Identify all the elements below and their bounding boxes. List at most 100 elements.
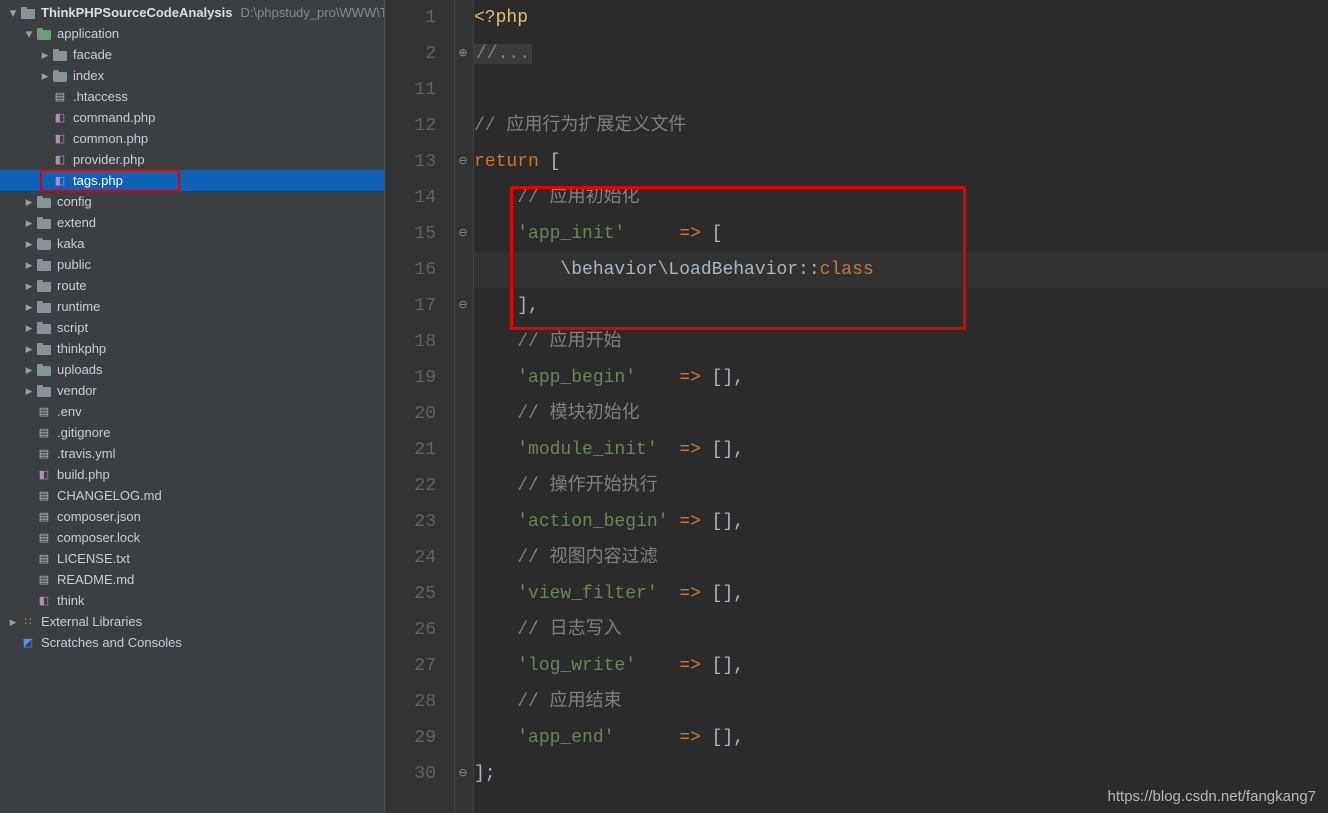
tree-item[interactable]: public (0, 254, 384, 275)
expand-chevron-icon (38, 89, 52, 104)
expand-chevron-icon[interactable] (22, 383, 36, 399)
code-line[interactable]: ], (474, 288, 1328, 324)
tree-item[interactable]: ThinkPHPSourceCodeAnalysisD:\phpstudy_pr… (0, 2, 384, 23)
tree-item[interactable]: vendor (0, 380, 384, 401)
tree-item[interactable]: ▤.htaccess (0, 86, 384, 107)
ide-window: ThinkPHPSourceCodeAnalysisD:\phpstudy_pr… (0, 0, 1328, 813)
expand-chevron-icon[interactable] (38, 47, 52, 63)
code-line[interactable]: return [ (474, 144, 1328, 180)
code-line[interactable]: 'app_end' => [], (474, 720, 1328, 756)
line-number: 2 (385, 36, 436, 72)
fold-toggle-icon[interactable]: ⊖ (457, 300, 469, 312)
fold-toggle-icon[interactable]: ⊖ (457, 768, 469, 780)
expand-chevron-icon[interactable] (22, 320, 36, 336)
tree-item[interactable]: uploads (0, 359, 384, 380)
expand-chevron-icon[interactable] (6, 5, 20, 21)
tree-item[interactable]: runtime (0, 296, 384, 317)
expand-chevron-icon[interactable] (38, 68, 52, 84)
code-line[interactable]: 'log_write' => [], (474, 648, 1328, 684)
code-line[interactable]: // 应用行为扩展定义文件 (474, 108, 1328, 144)
code-line[interactable]: <?php (474, 0, 1328, 36)
folded-region[interactable]: //... (474, 44, 532, 64)
code-line[interactable]: // 视图内容过滤 (474, 540, 1328, 576)
tree-item[interactable]: ▤README.md (0, 569, 384, 590)
expand-chevron-icon[interactable] (22, 341, 36, 357)
code-line[interactable]: // 模块初始化 (474, 396, 1328, 432)
php-file-icon: ◧ (52, 110, 68, 126)
expand-chevron-icon[interactable] (22, 299, 36, 315)
tree-item[interactable]: ◧build.php (0, 464, 384, 485)
project-tree-panel[interactable]: ThinkPHPSourceCodeAnalysisD:\phpstudy_pr… (0, 0, 385, 813)
tree-item[interactable]: ◧common.php (0, 128, 384, 149)
comment: // 应用行为扩展定义文件 (474, 116, 686, 136)
fold-toggle-icon[interactable]: ⊖ (457, 156, 469, 168)
file-icon: ▤ (36, 425, 52, 441)
tree-item[interactable]: ◧tags.php (0, 170, 384, 191)
code-line[interactable]: // 应用初始化 (474, 180, 1328, 216)
code-line[interactable]: // 应用结束 (474, 684, 1328, 720)
expand-chevron-icon (22, 488, 36, 503)
tree-item[interactable]: application (0, 23, 384, 44)
fold-toggle-icon[interactable]: ⊕ (457, 48, 469, 60)
code-line[interactable]: // 日志写入 (474, 612, 1328, 648)
tree-item[interactable]: config (0, 191, 384, 212)
folder-icon (20, 5, 36, 21)
tree-item[interactable]: extend (0, 212, 384, 233)
tree-item[interactable]: index (0, 65, 384, 86)
code-line[interactable]: 'app_init' => [ (474, 216, 1328, 252)
code-editor[interactable]: 1211121314151617181920212223242526272829… (385, 0, 1328, 813)
fold-column[interactable]: ⊕ ⊖ ⊖ ⊖ ⊖ (455, 0, 474, 813)
expand-chevron-icon[interactable] (22, 257, 36, 273)
folder-icon (36, 383, 52, 399)
expand-chevron-icon[interactable] (22, 278, 36, 294)
tree-item-label: Scratches and Consoles (41, 635, 182, 650)
expand-chevron-icon[interactable] (22, 215, 36, 231)
tree-item[interactable]: thinkphp (0, 338, 384, 359)
code-line[interactable]: ]; (474, 756, 1328, 792)
tree-item-label: README.md (57, 572, 134, 587)
tree-item[interactable]: ▤composer.json (0, 506, 384, 527)
file-icon: ▤ (36, 530, 52, 546)
tree-item[interactable]: ◧think (0, 590, 384, 611)
code-line[interactable]: //... (474, 36, 1328, 72)
code-line[interactable]: \behavior\LoadBehavior::class (474, 252, 1328, 288)
folder-icon (36, 215, 52, 231)
folder-icon (52, 68, 68, 84)
code-line[interactable] (474, 72, 1328, 108)
comment: // 模块初始化 (474, 404, 640, 424)
tree-item-label: public (57, 257, 91, 272)
folder-icon (36, 320, 52, 336)
code-line[interactable]: // 应用开始 (474, 324, 1328, 360)
folder-icon (36, 341, 52, 357)
tree-item[interactable]: ∷External Libraries (0, 611, 384, 632)
code-line[interactable]: 'view_filter' => [], (474, 576, 1328, 612)
tree-item[interactable]: ◧provider.php (0, 149, 384, 170)
expand-chevron-icon[interactable] (6, 614, 20, 630)
tree-item[interactable]: ◧command.php (0, 107, 384, 128)
tree-item[interactable]: facade (0, 44, 384, 65)
fold-toggle-icon[interactable]: ⊖ (457, 228, 469, 240)
tree-item[interactable]: ◩Scratches and Consoles (0, 632, 384, 653)
code-line[interactable]: 'app_begin' => [], (474, 360, 1328, 396)
tree-item[interactable]: ▤.travis.yml (0, 443, 384, 464)
tree-item[interactable]: kaka (0, 233, 384, 254)
line-number: 13 (385, 144, 436, 180)
line-number: 22 (385, 468, 436, 504)
code-area[interactable]: <?php //... // 应用行为扩展定义文件 return [ // 应用… (474, 0, 1328, 813)
tree-item[interactable]: route (0, 275, 384, 296)
tree-item[interactable]: ▤LICENSE.txt (0, 548, 384, 569)
expand-chevron-icon[interactable] (22, 236, 36, 252)
tree-item[interactable]: ▤composer.lock (0, 527, 384, 548)
tree-item[interactable]: ▤CHANGELOG.md (0, 485, 384, 506)
code-line[interactable]: 'action_begin' => [], (474, 504, 1328, 540)
expand-chevron-icon[interactable] (22, 194, 36, 210)
tree-item[interactable]: ▤.env (0, 401, 384, 422)
expand-chevron-icon[interactable] (22, 362, 36, 378)
tree-item[interactable]: ▤.gitignore (0, 422, 384, 443)
expand-chevron-icon[interactable] (22, 26, 36, 42)
folder-icon (36, 26, 52, 42)
code-line[interactable]: 'module_init' => [], (474, 432, 1328, 468)
line-number: 15 (385, 216, 436, 252)
code-line[interactable]: // 操作开始执行 (474, 468, 1328, 504)
tree-item[interactable]: script (0, 317, 384, 338)
